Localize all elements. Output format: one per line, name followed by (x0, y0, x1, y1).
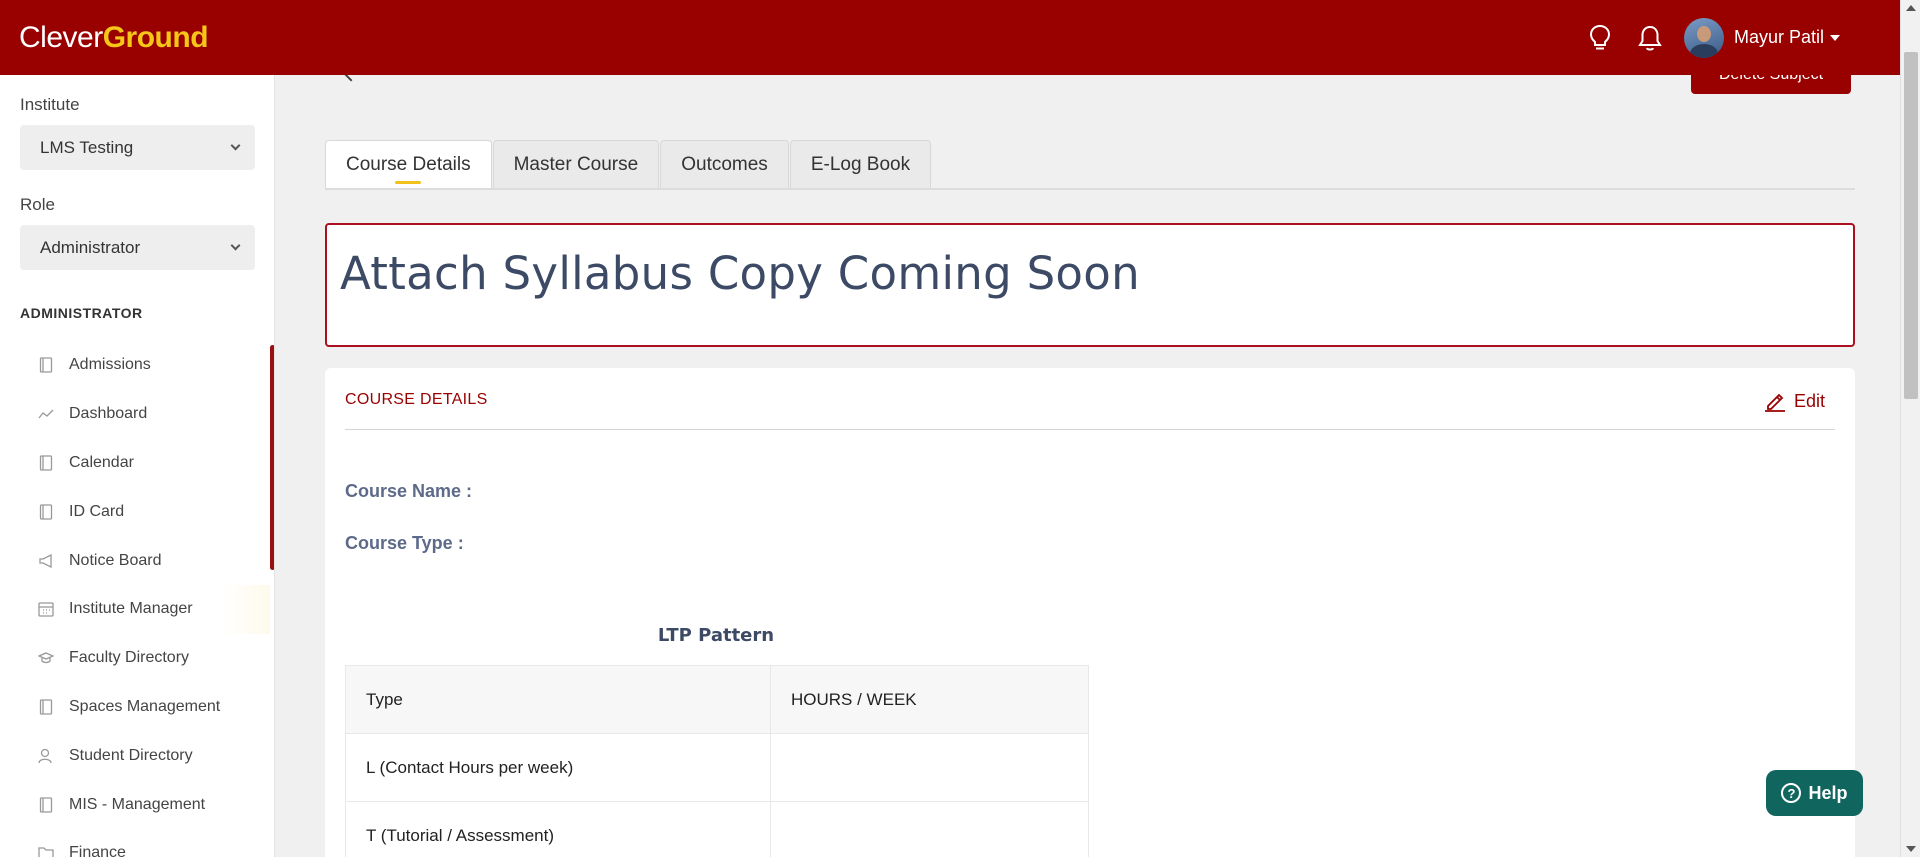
card-title: COURSE DETAILS (345, 391, 488, 408)
sidebar-item-label: Student Directory (69, 746, 193, 764)
question-mark-icon: ? (1781, 783, 1802, 803)
table-header-row: Type HOURS / WEEK (345, 665, 1089, 734)
edit-label: Edit (1793, 390, 1825, 411)
user-name-dropdown[interactable]: Mayur Patil (1734, 27, 1824, 48)
tab-e-log-book[interactable]: E-Log Book (789, 140, 932, 188)
page-scrollbar[interactable] (1900, 0, 1920, 857)
sidebar-menu: Admissions Dashboard Calendar ID Card No… (20, 341, 270, 857)
institute-select-value: LMS Testing (40, 137, 134, 157)
sidebar-item-finance[interactable]: Finance (20, 829, 270, 857)
sidebar-item-student-directory[interactable]: Student Directory (20, 731, 270, 780)
top-navbar: CleverGround Mayur Patil (0, 0, 1920, 75)
top-right-controls: Mayur Patil (1570, 0, 1840, 75)
book-icon (38, 357, 54, 374)
divider (345, 429, 1835, 430)
table-cell: L (Contact Hours per week) (345, 733, 771, 802)
banner-text: Attach Syllabus Copy Coming Soon (340, 247, 1140, 300)
sidebar-item-label: Admissions (69, 356, 151, 374)
sidebar-section-administrator: ADMINISTRATOR (20, 305, 143, 321)
help-button[interactable]: ? Help (1766, 770, 1863, 816)
main-content: Delete Subject Course Details Master Cou… (275, 75, 1900, 857)
clever-ground-logo[interactable]: CleverGround (19, 20, 209, 55)
scroll-up-arrow-icon[interactable] (1906, 5, 1916, 11)
table-cell (770, 801, 1089, 857)
chevron-down-icon (230, 140, 241, 151)
folder-icon (38, 845, 54, 857)
sidebar-item-id-card[interactable]: ID Card (20, 487, 270, 536)
institute-label: Institute (20, 95, 80, 114)
ltp-pattern-title: LTP Pattern (657, 625, 775, 646)
tab-master-course[interactable]: Master Course (492, 140, 660, 188)
sidebar-item-calendar[interactable]: Calendar (20, 439, 270, 488)
chevron-down-icon (230, 240, 241, 251)
role-select[interactable]: Administrator (20, 225, 255, 270)
delete-subject-button[interactable]: Delete Subject (1691, 75, 1851, 94)
graduation-cap-icon (38, 650, 54, 666)
table-cell (770, 733, 1089, 802)
lightbulb-icon[interactable] (1580, 18, 1620, 58)
sidebar-item-label: Faculty Directory (69, 649, 190, 667)
book-icon (38, 796, 54, 813)
sidebar-item-faculty-directory[interactable]: Faculty Directory (20, 634, 270, 683)
pencil-icon (1764, 393, 1785, 412)
course-tabs: Course Details Master Course Outcomes E-… (325, 140, 1855, 190)
trend-line-icon (38, 406, 54, 422)
role-label: Role (20, 195, 55, 214)
logo-part-clever: Clever (19, 20, 103, 54)
sidebar-item-mis-management[interactable]: MIS - Management (20, 780, 270, 829)
course-type-label: Course Type : (345, 533, 464, 553)
bell-icon[interactable] (1630, 18, 1670, 58)
sidebar-item-label: MIS - Management (69, 795, 206, 813)
sidebar-item-dashboard[interactable]: Dashboard (20, 390, 270, 439)
sidebar-item-label: Notice Board (69, 551, 162, 569)
book-icon (38, 455, 54, 471)
sidebar-item-label: Finance (69, 844, 126, 857)
table-row: L (Contact Hours per week) (345, 733, 1089, 802)
logo-part-ground: Ground (102, 20, 209, 54)
user-avatar[interactable] (1683, 17, 1724, 58)
scroll-down-arrow-icon[interactable] (1906, 846, 1916, 852)
sidebar-item-label: Institute Manager (69, 600, 193, 618)
tab-outcomes[interactable]: Outcomes (660, 140, 789, 188)
user-icon (38, 748, 54, 764)
sidebar-item-spaces-management[interactable]: Spaces Management (20, 683, 270, 732)
role-select-value: Administrator (40, 237, 141, 257)
tab-course-details[interactable]: Course Details (325, 140, 492, 188)
calendar-grid-icon (38, 601, 54, 618)
help-label: Help (1808, 782, 1848, 803)
table-row: T (Tutorial / Assessment) (345, 801, 1089, 857)
course-details-card: COURSE DETAILS Edit Course Name : Course… (325, 368, 1855, 857)
edit-button[interactable]: Edit (1764, 390, 1825, 412)
sidebar: Institute LMS Testing Role Administrator… (0, 75, 275, 857)
back-arrow-icon[interactable] (342, 75, 360, 82)
sidebar-item-label: ID Card (69, 502, 125, 520)
scrollbar-thumb[interactable] (1904, 52, 1918, 399)
table-header-cell: HOURS / WEEK (770, 665, 1089, 734)
sidebar-item-label: Spaces Management (69, 697, 221, 715)
sidebar-item-label: Dashboard (69, 405, 148, 423)
book-icon (38, 699, 54, 715)
table-cell: T (Tutorial / Assessment) (345, 801, 771, 857)
sidebar-item-institute-manager[interactable]: Institute Manager (20, 584, 270, 634)
ltp-table: Type HOURS / WEEK L (Contact Hours per w… (345, 665, 1089, 857)
megaphone-icon (38, 553, 54, 569)
table-header-cell: Type (345, 665, 771, 734)
syllabus-banner: Attach Syllabus Copy Coming Soon (325, 223, 1855, 347)
sidebar-item-label: Calendar (69, 453, 134, 471)
chevron-down-icon[interactable] (1830, 34, 1840, 41)
institute-select[interactable]: LMS Testing (20, 125, 255, 170)
book-icon (38, 504, 54, 520)
sidebar-item-admissions[interactable]: Admissions (20, 341, 270, 390)
course-name-label: Course Name : (345, 481, 473, 501)
sidebar-item-notice-board[interactable]: Notice Board (20, 536, 270, 585)
